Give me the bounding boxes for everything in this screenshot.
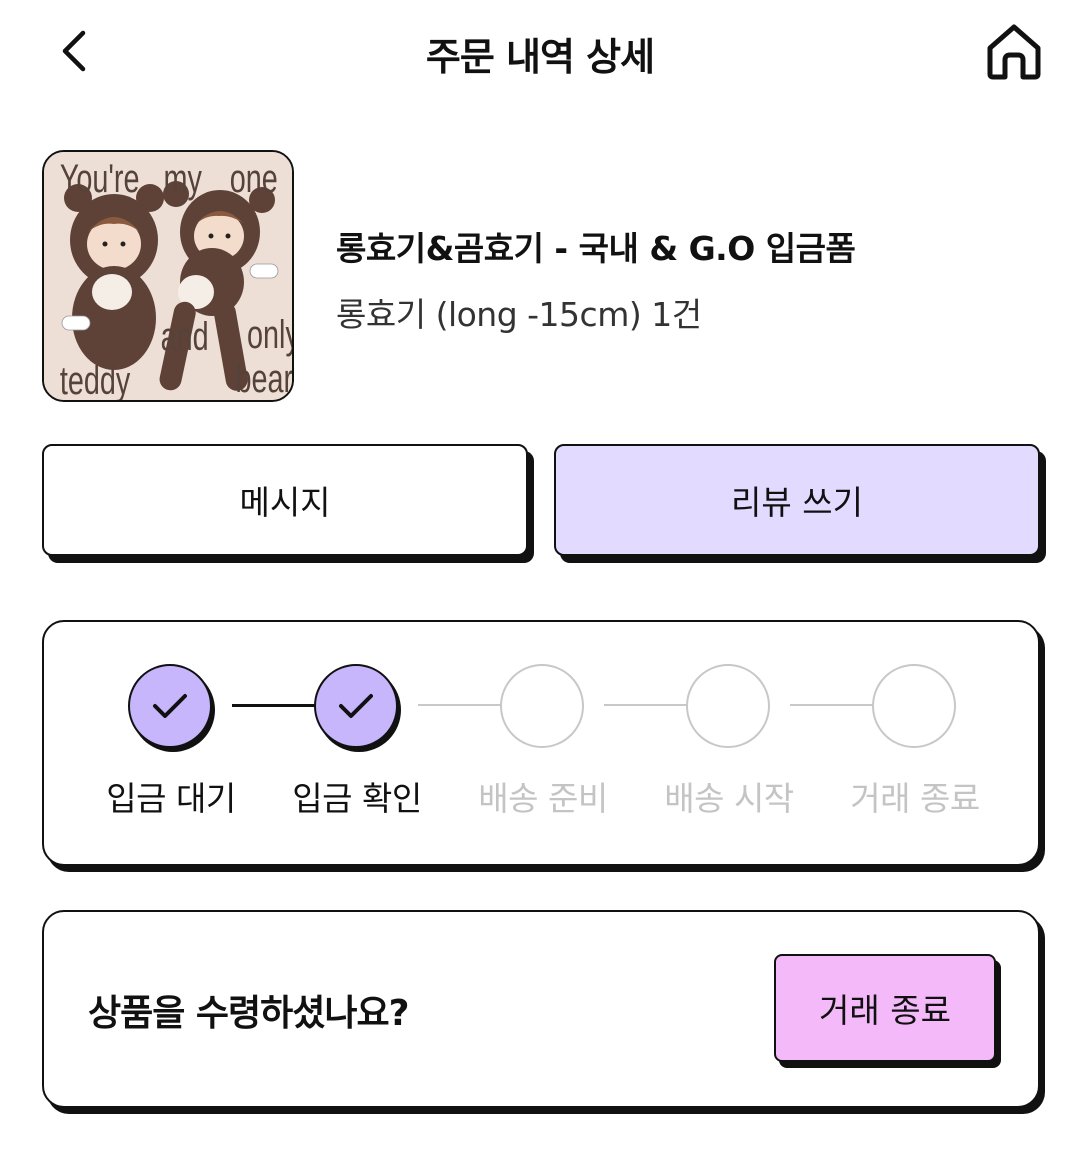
home-icon — [987, 24, 1041, 80]
step-transaction-complete: 거래 종료 — [830, 662, 1000, 822]
receipt-confirm-card: 상품을 수령하셨나요? 거래 종료 — [42, 910, 1040, 1108]
check-icon — [339, 694, 373, 718]
svg-text:and: and — [161, 314, 209, 359]
step-shipping-started: 배송 시작 — [644, 662, 814, 822]
step-circle-done — [314, 664, 398, 748]
message-button[interactable]: 메시지 — [42, 444, 528, 556]
check-icon — [153, 694, 187, 718]
svg-text:You're: You're — [60, 156, 140, 201]
step-label: 배송 시작 — [664, 779, 794, 818]
step-shipping-preparation: 배송 준비 — [458, 662, 628, 822]
svg-text:one: one — [230, 156, 278, 201]
svg-text:my: my — [164, 156, 203, 201]
step-circle-pending — [500, 664, 584, 748]
svg-text:bear.: bear. — [236, 356, 292, 400]
step-payment-confirmed: 입금 확인 — [272, 662, 442, 822]
step-label: 거래 종료 — [850, 779, 980, 818]
image-lettering: You're my one and only teddy bear. — [60, 156, 292, 400]
product-summary: You're my one and only teddy bear. 롱효기&곰… — [42, 150, 1042, 404]
svg-text:teddy: teddy — [60, 358, 131, 400]
step-label: 배송 준비 — [478, 779, 608, 818]
order-progress-card: 입금 대기 입금 확인 배송 준비 배송 시작 거래 종료 — [42, 620, 1040, 866]
complete-transaction-button[interactable]: 거래 종료 — [774, 954, 996, 1062]
top-bar: 주문 내역 상세 — [0, 0, 1080, 110]
home-button[interactable] — [978, 16, 1050, 86]
step-circle-pending — [686, 664, 770, 748]
product-option: 롱효기 (long -15cm) 1건 — [336, 295, 702, 334]
step-circle-done — [128, 664, 212, 748]
step-label: 입금 확인 — [292, 779, 422, 818]
step-circle-pending — [872, 664, 956, 748]
product-name[interactable]: 롱효기&곰효기 - 국내 & G.O 입금폼 — [336, 222, 856, 270]
receipt-question: 상품을 수령하셨나요? — [88, 993, 409, 1034]
step-payment-pending: 입금 대기 — [86, 662, 256, 822]
svg-text:only: only — [247, 312, 292, 357]
write-review-button[interactable]: 리뷰 쓰기 — [554, 444, 1040, 556]
product-thumbnail[interactable]: You're my one and only teddy bear. — [42, 150, 294, 402]
step-label: 입금 대기 — [106, 779, 236, 818]
page-title: 주문 내역 상세 — [425, 35, 655, 79]
